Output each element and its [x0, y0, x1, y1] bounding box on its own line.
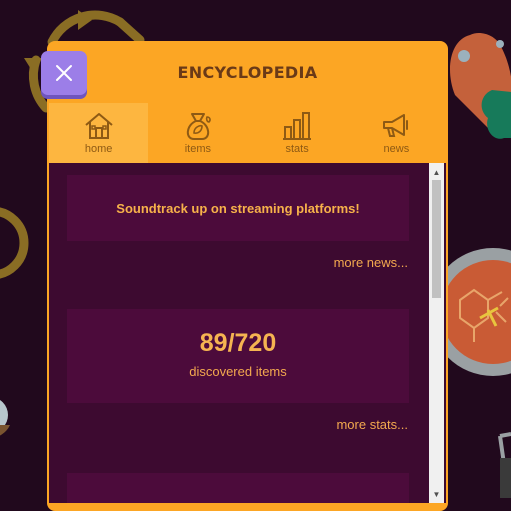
modal-title: ENCYCLOPEDIA — [177, 63, 318, 82]
tab-label: stats — [285, 143, 309, 155]
tab-label: news — [383, 143, 410, 155]
news-card: Soundtrack up on streaming platforms! — [67, 175, 409, 241]
ring-decoration-icon — [0, 207, 29, 279]
news-headline: Soundtrack up on streaming platforms! — [116, 200, 360, 216]
discovered-count: 89/720 — [199, 329, 277, 357]
scrollbar[interactable]: ▲ ▼ — [429, 163, 444, 503]
stats-card: 89/720 discovered items — [67, 309, 409, 403]
tab-home[interactable]: home — [49, 103, 149, 163]
tab-stats[interactable]: stats — [248, 103, 347, 163]
scroll-thumb[interactable] — [432, 180, 441, 298]
more-stats-link[interactable]: more stats... — [336, 417, 408, 432]
tab-label: home — [84, 143, 113, 155]
tab-items[interactable]: items — [148, 103, 247, 163]
tab-bar: home items stats news — [49, 103, 446, 163]
discovered-label: discovered items — [189, 364, 287, 379]
bar-chart-icon — [283, 112, 312, 140]
tab-news[interactable]: news — [347, 103, 446, 163]
encyclopedia-modal: ENCYCLOPEDIA home items stats news Sound… — [41, 41, 448, 511]
close-button[interactable] — [41, 51, 87, 95]
bag-icon — [186, 113, 211, 140]
scroll-up-arrow[interactable]: ▲ — [429, 165, 444, 179]
megaphone-icon — [383, 114, 409, 137]
house-icon — [84, 113, 113, 139]
scroll-down-arrow[interactable]: ▼ — [429, 487, 444, 501]
more-news-link[interactable]: more news... — [334, 255, 408, 270]
next-card — [67, 473, 409, 503]
home-content: Soundtrack up on streaming platforms! mo… — [49, 163, 446, 503]
tab-label: items — [184, 143, 212, 155]
close-icon — [56, 65, 72, 81]
